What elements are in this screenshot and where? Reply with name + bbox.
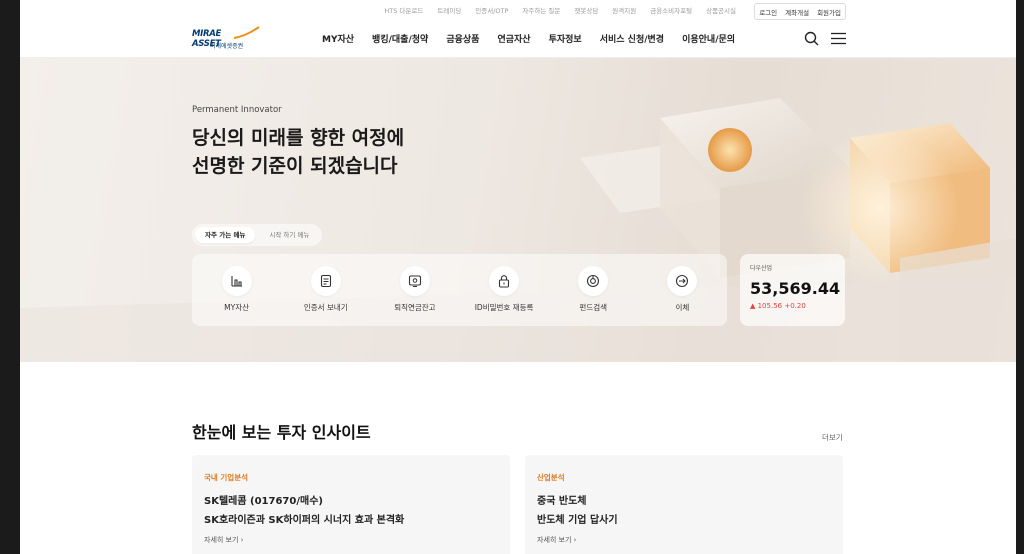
quick-label: 펀드검색	[579, 303, 607, 312]
transfer-icon	[667, 266, 698, 296]
lock-icon	[489, 266, 520, 296]
quick-item-send-cert[interactable]: 인증서 보내기	[286, 266, 366, 313]
card-category: 국내 기업분석	[204, 473, 249, 482]
header-icons	[804, 31, 846, 46]
util-link-disclosure[interactable]: 상품공시실	[706, 5, 736, 15]
card-category: 산업분석	[537, 473, 565, 482]
open-account-link[interactable]: 계좌개설	[785, 7, 809, 17]
nav-guide[interactable]: 이용안내/문의	[682, 32, 735, 45]
hero-eyebrow: Permanent Innovator	[192, 105, 282, 115]
card-title: SK텔레콤 (017670/매수)	[204, 496, 323, 507]
card-detail-link[interactable]: 자세히 보기 ›	[537, 535, 831, 545]
index-name: 다우산업	[750, 265, 773, 272]
hero-banner: Permanent Innovator 당신의 미래를 향한 여정에 선명한 기…	[20, 58, 1016, 362]
hero-title: 당신의 미래를 향한 여정에 선명한 기준이 되겠습니다	[192, 124, 404, 180]
util-link-cert[interactable]: 인증서/OTP	[475, 5, 508, 15]
nav-my-assets[interactable]: MY자산	[322, 32, 354, 45]
market-index-card[interactable]: 다우산업 53,569.44 ▲ 105.56 +0.20	[740, 254, 845, 326]
quick-label: ID비밀번호 재등록	[474, 303, 534, 312]
quick-item-fund-search[interactable]: 펀드검색	[553, 266, 633, 313]
fund-search-icon	[578, 266, 609, 296]
util-link-chatbot[interactable]: 챗봇상담	[574, 5, 598, 15]
tab-frequent-menu[interactable]: 자주 가는 메뉴	[195, 227, 256, 243]
quick-label: 퇴직연금잔고	[394, 303, 436, 312]
quick-item-pension[interactable]: 퇴직연금잔고	[375, 266, 455, 313]
hero-title-line1: 당신의 미래를 향한 여정에	[192, 127, 405, 149]
quick-label: 이체	[675, 303, 690, 312]
menu-tabs: 자주 가는 메뉴 시작 하기 메뉴	[192, 224, 323, 246]
nav-products[interactable]: 금융상품	[446, 32, 479, 45]
quick-item-transfer[interactable]: 이체	[642, 266, 722, 313]
more-link[interactable]: 더보기	[822, 432, 843, 443]
util-link-hts[interactable]: HTS 다운로드	[384, 5, 423, 15]
signup-link[interactable]: 회원가입	[817, 7, 841, 17]
header: MIRAE ASSET 미래에셋증권 MY자산 뱅킹/대출/청약 금융상품 연금…	[20, 20, 1016, 58]
index-value: 53,569.44	[750, 279, 841, 298]
menu-icon[interactable]	[831, 32, 846, 45]
util-link-faq[interactable]: 자주하는 질문	[522, 5, 560, 15]
insight-section-title: 한눈에 보는 투자 인사이트	[192, 423, 371, 442]
search-icon[interactable]	[804, 31, 819, 46]
pension-icon	[399, 266, 430, 296]
card-title: 중국 반도체	[537, 496, 587, 507]
certificate-icon	[310, 266, 341, 296]
insight-card[interactable]: 산업분석 중국 반도체 반도체 기업 답사기 자세히 보기 ›	[525, 455, 843, 554]
quick-item-my-assets[interactable]: MY자산	[197, 266, 277, 313]
page: HTS 다운로드 트레이딩 인증서/OTP 자주하는 질문 챗봇상담 원격지원 …	[20, 0, 1016, 554]
nav-pension[interactable]: 연금자산	[497, 32, 530, 45]
util-link-trading[interactable]: 트레이딩	[437, 5, 461, 15]
chart-bar-icon	[221, 266, 252, 296]
utility-bar: HTS 다운로드 트레이딩 인증서/OTP 자주하는 질문 챗봇상담 원격지원 …	[20, 0, 1016, 20]
nav-service[interactable]: 서비스 신청/변경	[600, 32, 664, 45]
quick-label: 인증서 보내기	[303, 303, 348, 312]
quick-label: MY자산	[224, 303, 249, 312]
hero-title-line2: 선명한 기준이 되겠습니다	[192, 155, 398, 177]
login-link[interactable]: 로그인	[759, 7, 777, 17]
utility-links: HTS 다운로드 트레이딩 인증서/OTP 자주하는 질문 챗봇상담 원격지원 …	[384, 5, 736, 15]
quick-menu: MY자산 인증서 보내기 퇴직연금잔고 ID비밀번호 재등록 펀드검색 이체	[192, 254, 727, 326]
tab-start-menu[interactable]: 시작 하기 메뉴	[259, 227, 319, 243]
logo-sub-text: 미래에셋증권	[210, 43, 244, 50]
quick-item-id-password[interactable]: ID비밀번호 재등록	[464, 266, 544, 313]
util-link-consumer[interactable]: 금융소비자포털	[650, 5, 692, 15]
card-subtitle: SK호라이즌과 SK하이퍼의 시너지 효과 본격화	[204, 515, 405, 526]
util-link-remote[interactable]: 원격지원	[612, 5, 636, 15]
nav-banking[interactable]: 뱅킹/대출/청약	[372, 32, 428, 45]
nav-invest-info[interactable]: 투자정보	[549, 32, 582, 45]
index-change: ▲ 105.56 +0.20	[750, 302, 806, 310]
auth-group: 로그인 계좌개설 회원가입	[754, 3, 846, 20]
card-subtitle: 반도체 기업 답사기	[537, 515, 618, 526]
logo[interactable]: MIRAE ASSET 미래에셋증권	[192, 26, 260, 50]
global-nav: MY자산 뱅킹/대출/청약 금융상품 연금자산 투자정보 서비스 신청/변경 이…	[322, 32, 735, 45]
insight-card[interactable]: 국내 기업분석 SK텔레콤 (017670/매수) SK호라이즌과 SK하이퍼의…	[192, 455, 510, 554]
card-detail-link[interactable]: 자세히 보기 ›	[204, 535, 498, 545]
